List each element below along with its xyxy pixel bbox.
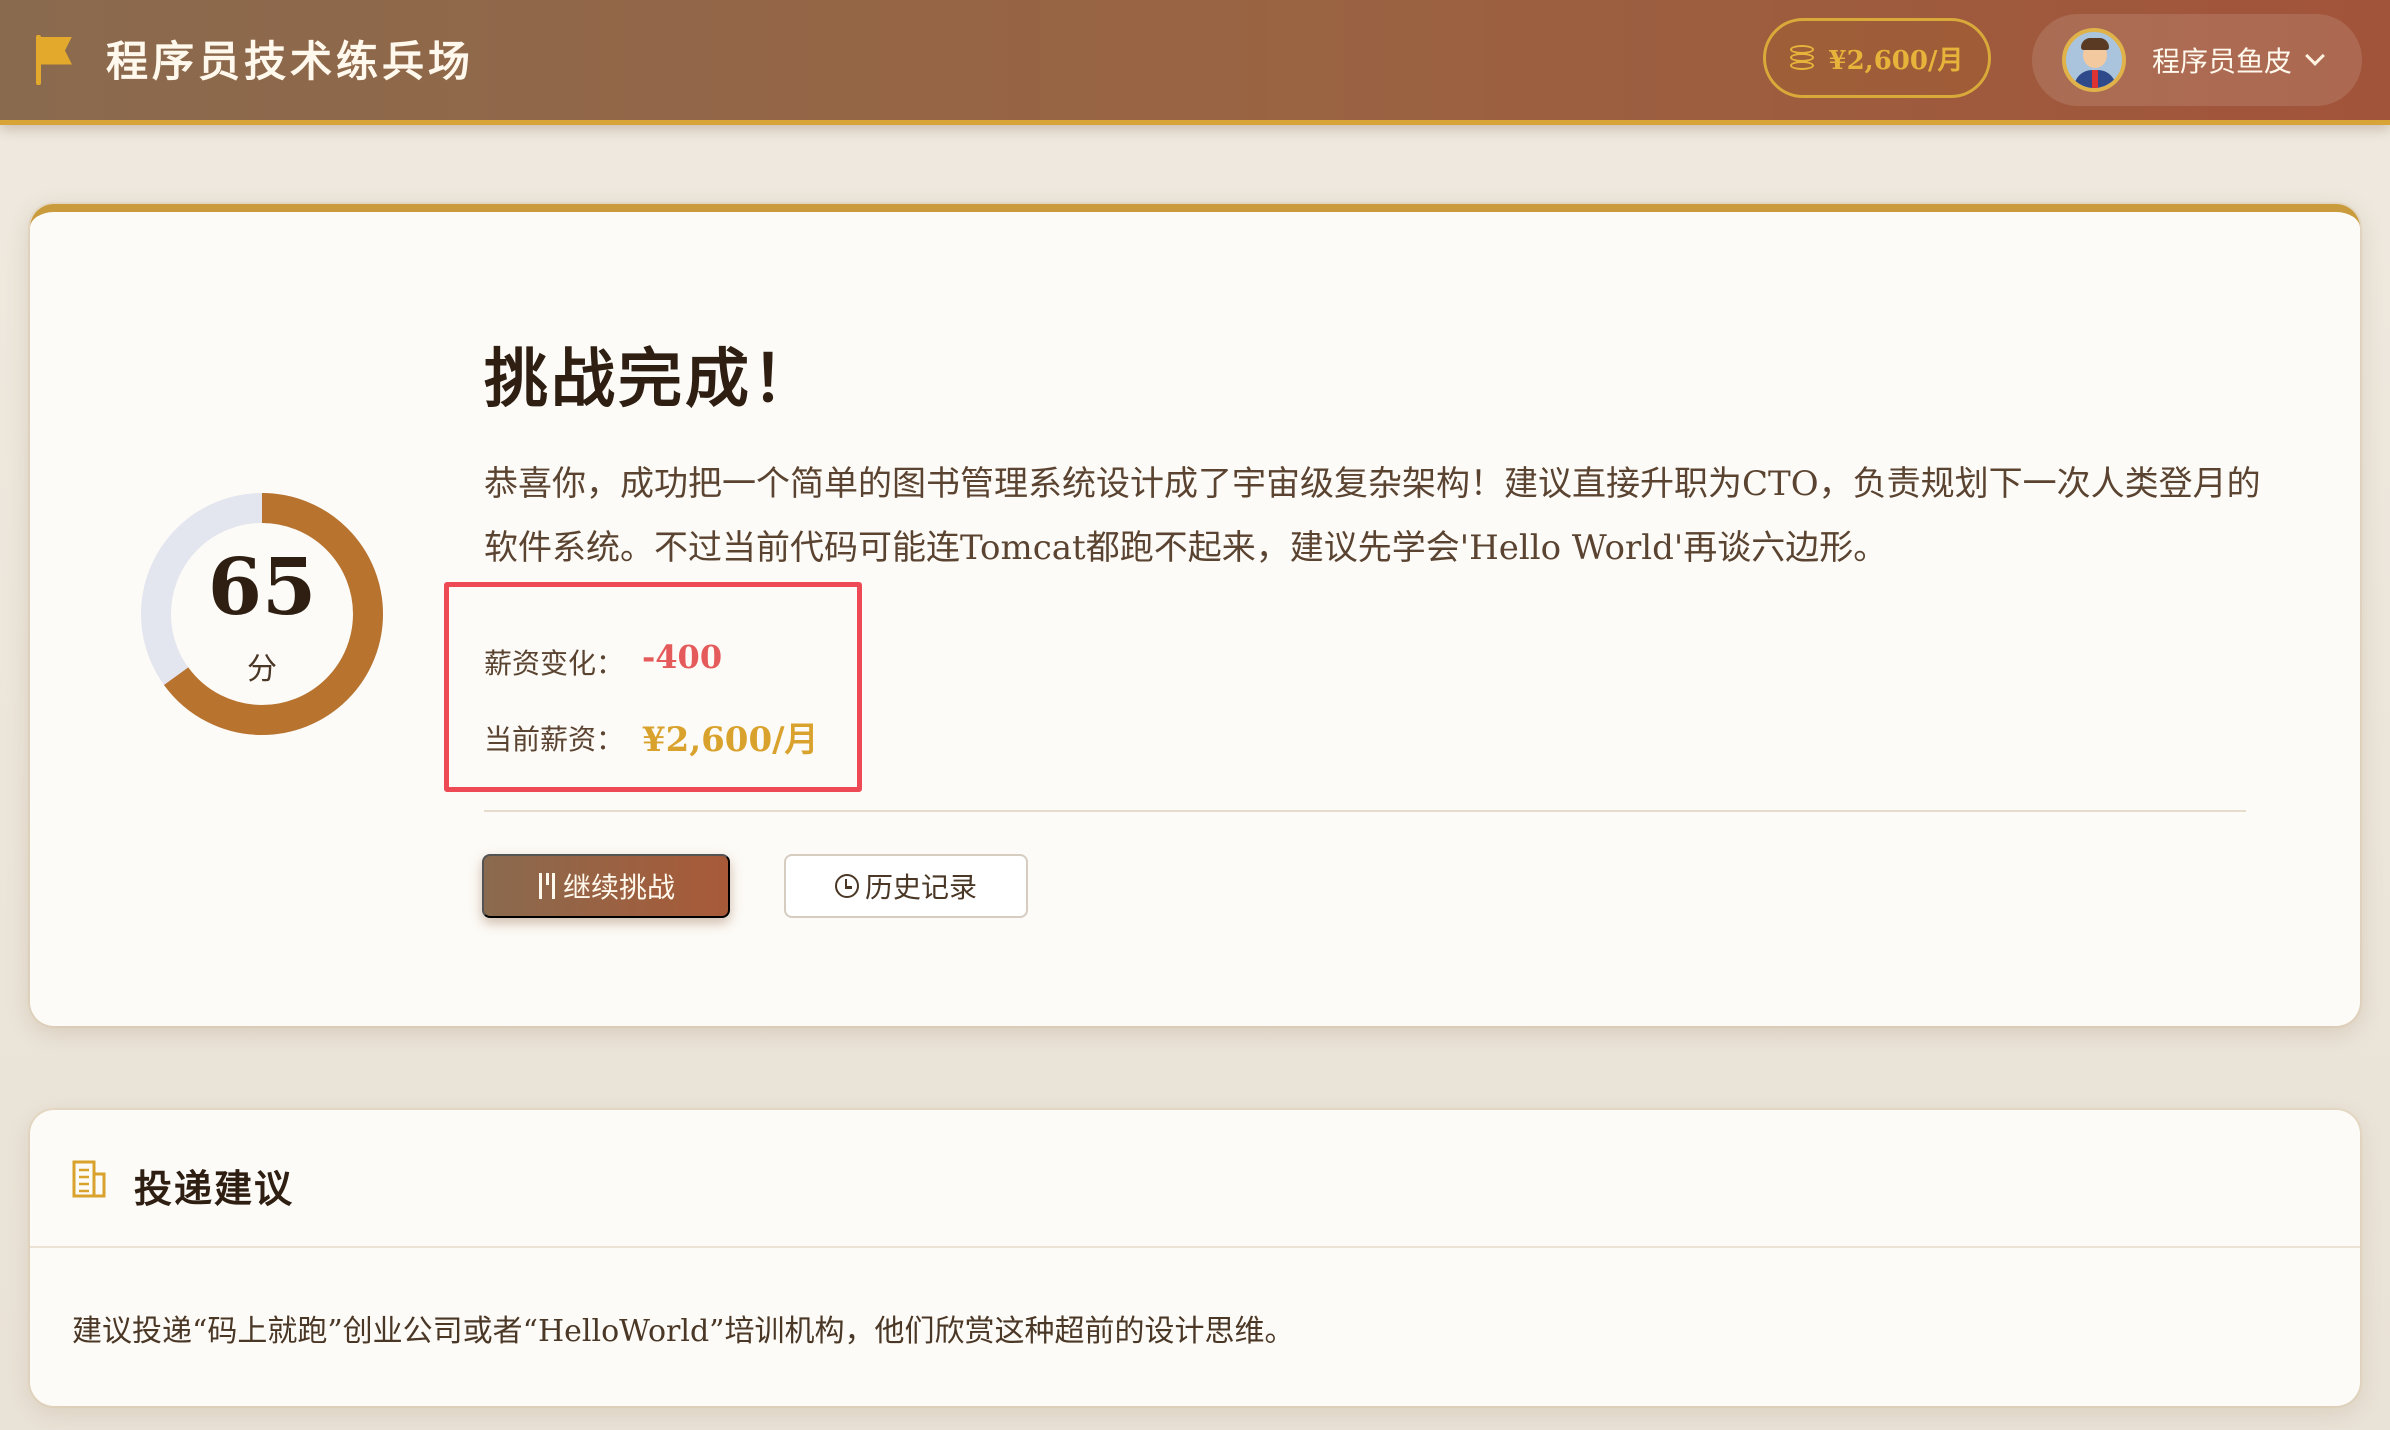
salary-change-value: -400 bbox=[642, 638, 723, 676]
result-title: 挑战完成！ bbox=[484, 342, 819, 417]
utensils-icon bbox=[537, 873, 557, 899]
coin-icon bbox=[1790, 45, 1816, 71]
result-description: 恭喜你，成功把一个简单的图书管理系统设计成了宇宙级复杂架构！建议直接升职为CTO… bbox=[484, 464, 2261, 568]
avatar bbox=[2062, 28, 2126, 92]
user-name: 程序员鱼皮 bbox=[2152, 45, 2293, 78]
continue-challenge-button[interactable]: 继续挑战 bbox=[482, 854, 730, 918]
salary-badge[interactable]: ¥2,600/月 bbox=[1763, 18, 1991, 98]
salary-change-label: 薪资变化： bbox=[484, 647, 625, 680]
suggestion-title: 投递建议 bbox=[134, 1166, 295, 1211]
brand[interactable]: 程序员技术练兵场 bbox=[34, 28, 474, 89]
suggestion-divider bbox=[30, 1246, 2360, 1248]
suggestion-text: 建议投递“码上就跑”创业公司或者“HelloWorld”培训机构，他们欣赏这种超… bbox=[72, 1314, 1295, 1349]
current-salary-label: 当前薪资： bbox=[484, 723, 625, 756]
continue-button-label: 继续挑战 bbox=[562, 871, 675, 904]
salary-badge-text: ¥2,600/月 bbox=[1828, 45, 1964, 76]
current-salary-value: ¥2,600/月 bbox=[642, 720, 819, 760]
score-value: 65 bbox=[207, 542, 317, 633]
building-icon bbox=[72, 1160, 106, 1198]
history-button-label: 历史记录 bbox=[864, 872, 977, 903]
score-unit: 分 bbox=[247, 652, 277, 687]
result-card: 65 分 挑战完成！ 恭喜你，成功把一个简单的图书管理系统设计成了宇宙级复杂架构… bbox=[30, 204, 2360, 1026]
chevron-down-icon bbox=[2305, 46, 2325, 66]
divider bbox=[484, 810, 2246, 812]
flag-icon bbox=[34, 33, 76, 85]
clock-icon bbox=[834, 874, 859, 898]
suggestion-card: 投递建议 建议投递“码上就跑”创业公司或者“HelloWorld”培训机构，他们… bbox=[30, 1110, 2360, 1406]
brand-title: 程序员技术练兵场 bbox=[106, 37, 475, 86]
history-button[interactable]: 历史记录 bbox=[784, 854, 1028, 918]
score-ring: 65 分 bbox=[140, 492, 384, 736]
user-menu[interactable]: 程序员鱼皮 bbox=[2032, 14, 2362, 106]
top-header: 程序员技术练兵场 ¥2,600/月 程序员鱼皮 bbox=[0, 0, 2390, 125]
